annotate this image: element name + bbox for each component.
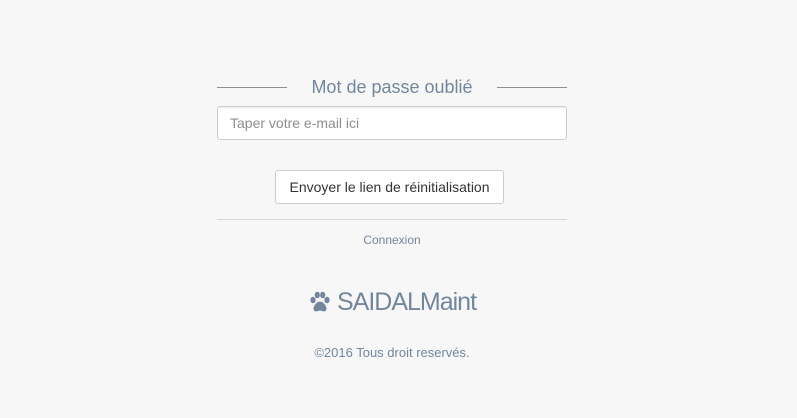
send-reset-link-button[interactable]: Envoyer le lien de réinitialisation xyxy=(275,170,504,204)
login-link[interactable]: Connexion xyxy=(217,232,567,248)
email-field[interactable] xyxy=(217,106,567,140)
copyright-text: ©2016 Tous droit reservés. xyxy=(314,345,470,360)
brand-logo: SAIDALMaint xyxy=(217,287,567,317)
brand-name: SAIDALMaint xyxy=(336,288,477,316)
heading-divider-left xyxy=(217,87,287,88)
page: Mot de passe oublié Envoyer le lien de r… xyxy=(0,0,797,418)
heading-divider-right xyxy=(497,87,567,88)
form-heading: Mot de passe oublié xyxy=(217,72,567,102)
page-title: Mot de passe oublié xyxy=(311,77,473,97)
paw-icon xyxy=(310,291,330,312)
forgot-password-form: Mot de passe oublié Envoyer le lien de r… xyxy=(217,72,567,360)
separator xyxy=(217,219,567,220)
